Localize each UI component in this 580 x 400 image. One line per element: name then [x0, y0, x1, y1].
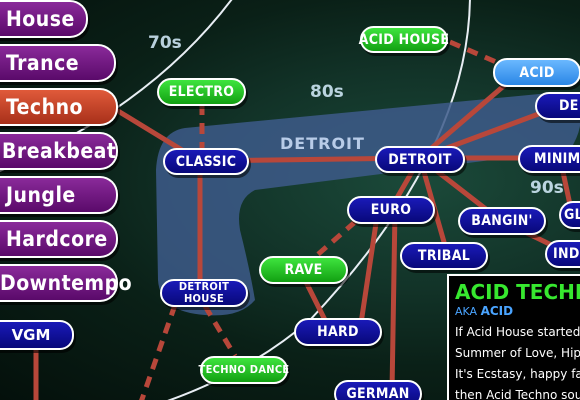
link-euro-hard: [357, 207, 381, 333]
node-hard[interactable]: HARD: [294, 318, 382, 346]
node-minimal[interactable]: MINIMA: [518, 145, 580, 173]
node-industrial[interactable]: INDU: [545, 240, 580, 268]
node-rave[interactable]: RAVE: [259, 256, 348, 284]
genre-tab-techno[interactable]: Techno: [0, 88, 118, 126]
node-detroit[interactable]: DETROIT: [375, 146, 465, 173]
node-gl[interactable]: GL: [559, 201, 580, 229]
info-aka: AKA ACID: [455, 304, 580, 318]
node-euro[interactable]: EURO: [347, 196, 435, 224]
node-deep[interactable]: DE: [535, 92, 580, 120]
era-label-80s: 80s: [310, 82, 344, 102]
info-aka-prefix: AKA: [455, 305, 478, 318]
node-electro[interactable]: ELECTRO: [157, 78, 246, 106]
genre-info-panel: ACID TECHNO AKA ACID If Acid House start…: [447, 274, 580, 400]
genre-tab-house[interactable]: House: [0, 0, 88, 38]
node-detroit-house[interactable]: DETROIT HOUSE: [160, 279, 248, 307]
info-line-2: Summer of Love, Hipp: [455, 346, 580, 360]
node-acid[interactable]: ACID: [493, 58, 580, 87]
genre-map: House Trance Techno Breakbeat Jungle Har…: [0, 0, 580, 400]
node-acid-house[interactable]: ACID HOUSE: [359, 26, 449, 53]
genre-tab-trance[interactable]: Trance: [0, 44, 116, 82]
info-title: ACID TECHNO: [455, 280, 580, 304]
info-line-1: If Acid House started t: [455, 325, 580, 339]
node-tribal[interactable]: TRIBAL: [400, 242, 488, 270]
genre-tab-breakbeat[interactable]: Breakbeat: [0, 132, 118, 170]
node-classic[interactable]: CLASSIC: [163, 148, 249, 175]
info-line-3: It's Ecstasy, happy fac: [455, 367, 580, 381]
node-german[interactable]: GERMAN: [334, 380, 422, 400]
genre-tab-vgm[interactable]: VGM: [0, 320, 74, 350]
node-detroit-house-line2: HOUSE: [183, 292, 225, 305]
genre-tab-jungle[interactable]: Jungle: [0, 176, 118, 214]
region-label-detroit: DETROIT: [280, 134, 365, 153]
era-label-90s: 90s: [530, 178, 564, 198]
genre-tab-downtempo[interactable]: Downtempo: [0, 264, 132, 302]
link-euro-german: [389, 207, 398, 395]
node-bangin[interactable]: BANGIN': [458, 207, 546, 235]
genre-tab-hardcore[interactable]: Hardcore: [0, 220, 118, 258]
era-label-70s: 70s: [148, 33, 182, 53]
node-techno-dance[interactable]: TECHNO DANCE: [199, 356, 289, 384]
info-line-4: then Acid Techno sou: [455, 388, 580, 400]
link-detroithouse-down: [139, 304, 178, 400]
info-aka-value: ACID: [480, 304, 514, 318]
